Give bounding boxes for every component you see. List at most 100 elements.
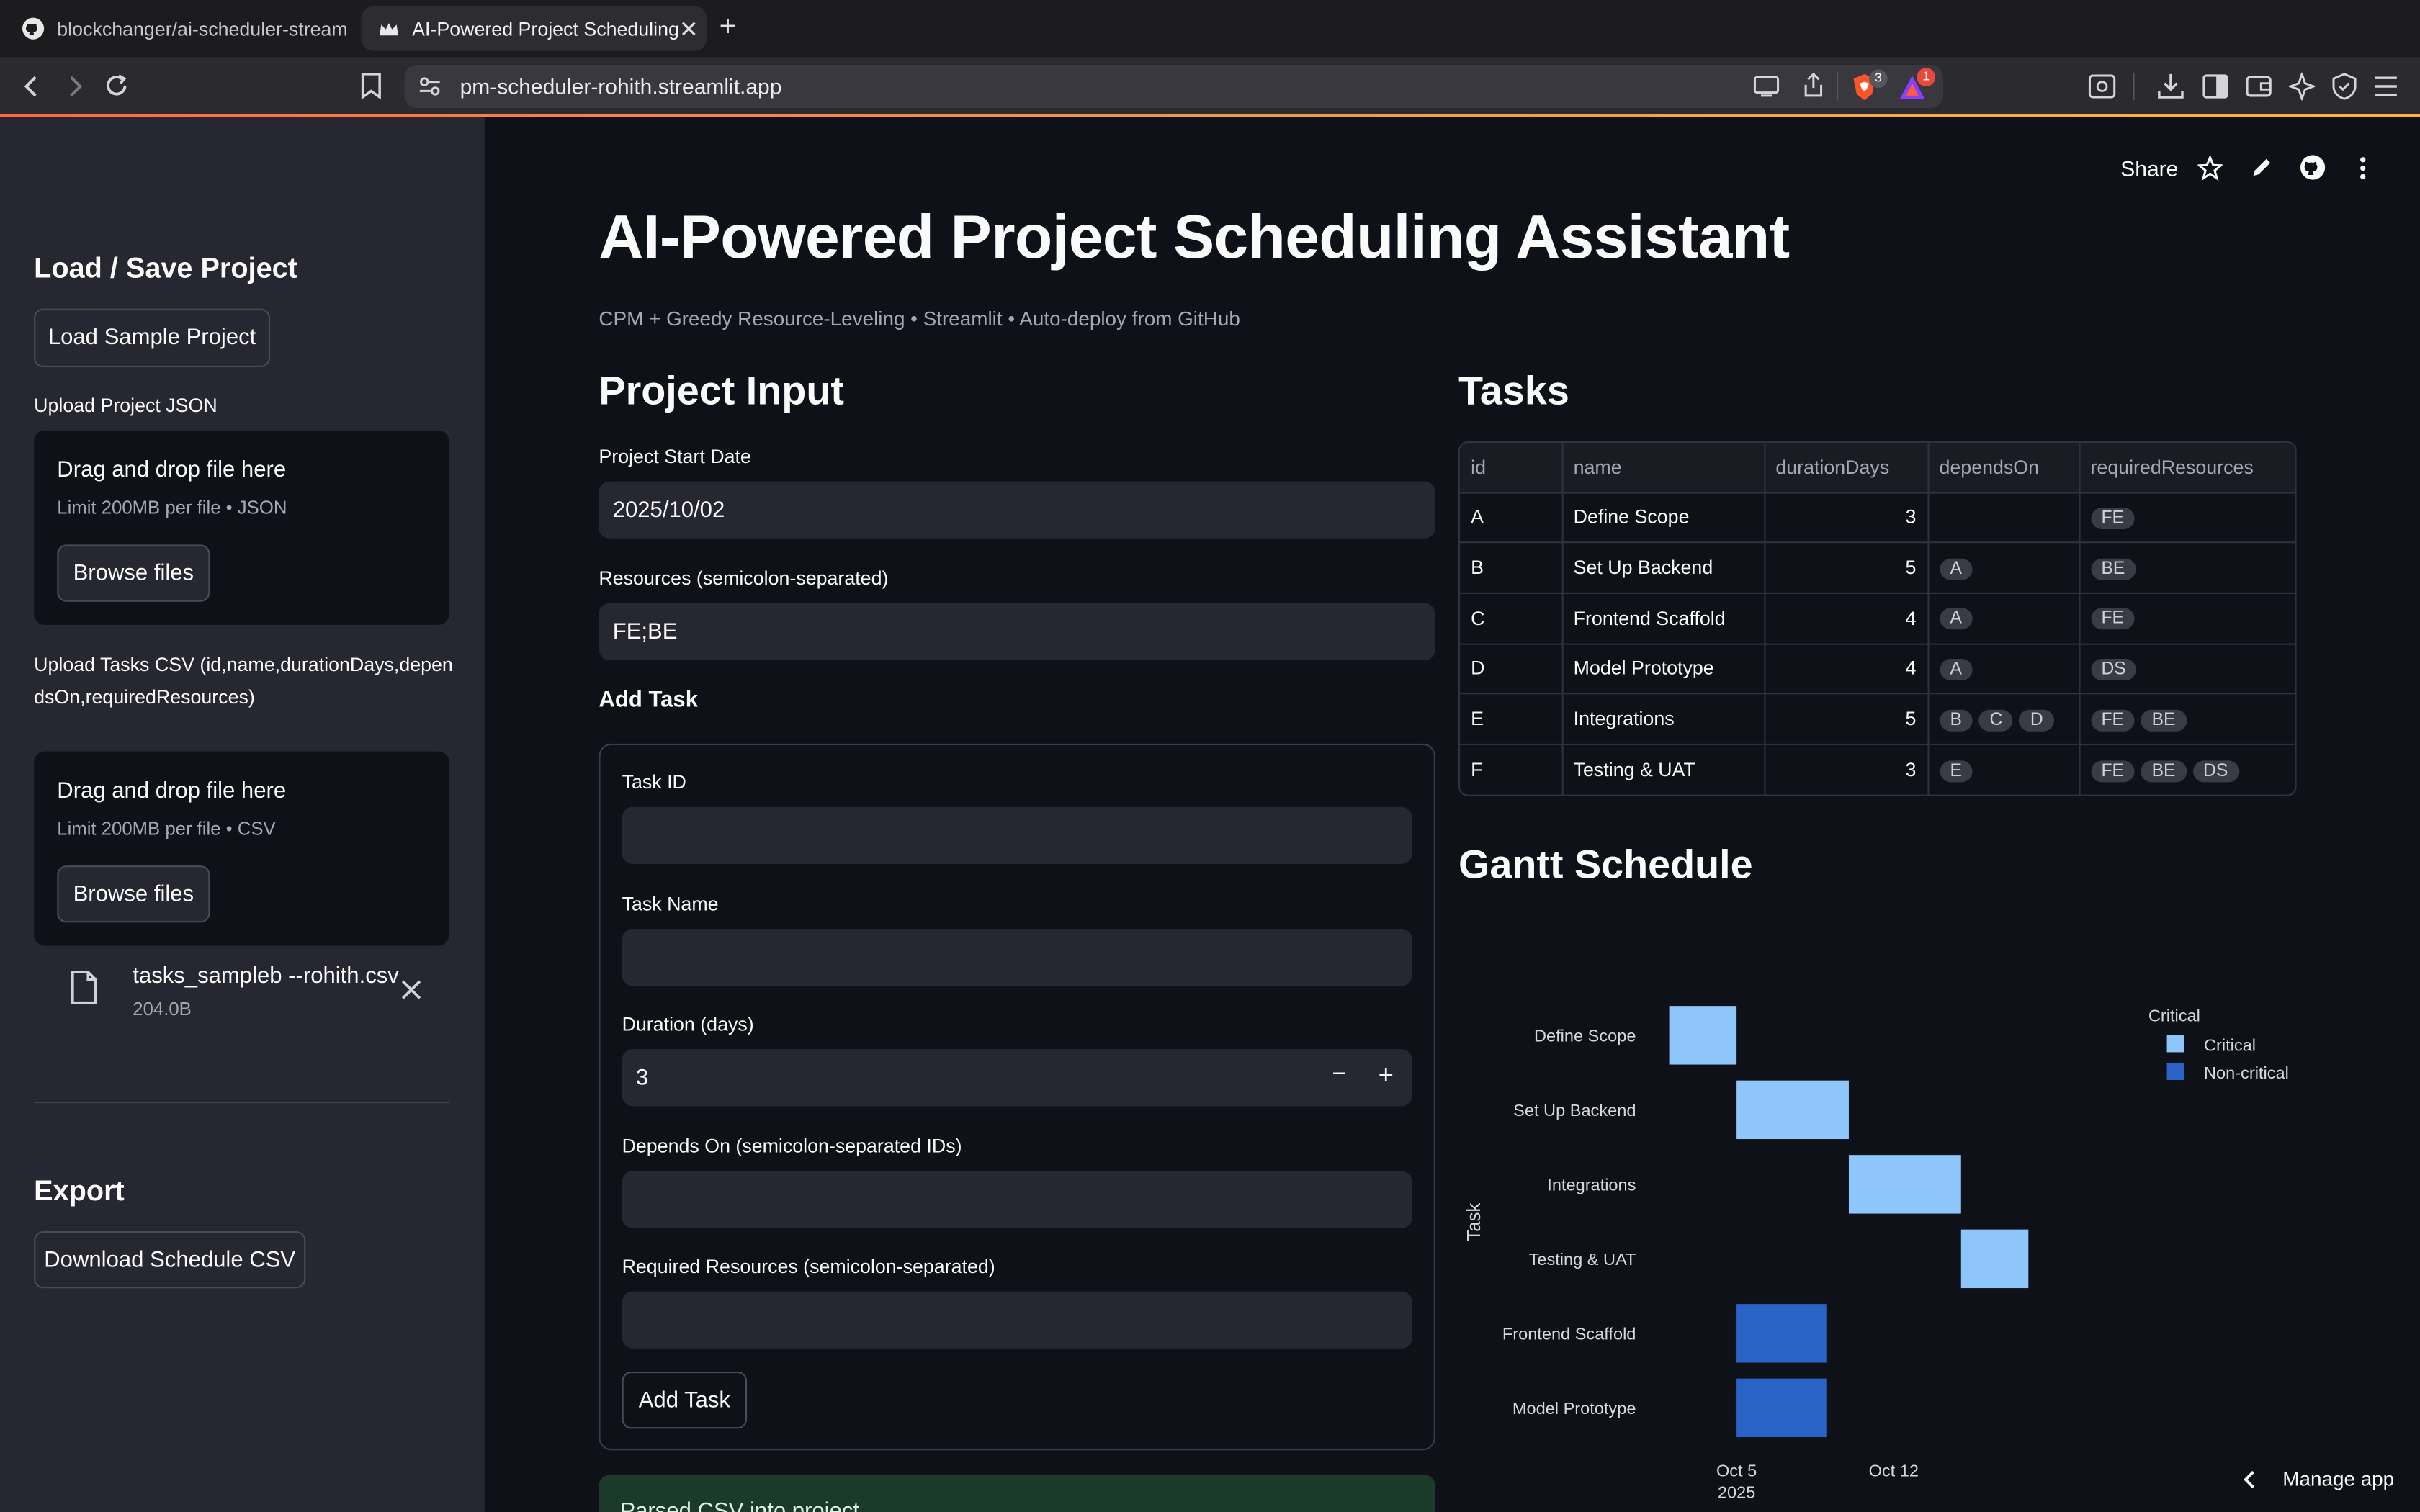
new-tab-icon[interactable]: + bbox=[720, 12, 737, 42]
dependency-tag: A bbox=[1939, 557, 1973, 580]
browser-tab-title: blockchanger/ai-scheduler-stream bbox=[57, 17, 348, 40]
increment-icon[interactable]: + bbox=[1379, 1060, 1394, 1091]
github-icon[interactable] bbox=[2300, 154, 2326, 180]
reader-mode-icon[interactable] bbox=[2088, 74, 2116, 99]
leo-ai-icon[interactable] bbox=[2288, 72, 2316, 101]
legend-label[interactable]: Non-critical bbox=[2204, 1063, 2289, 1082]
legend-title: Critical bbox=[2148, 1007, 2200, 1025]
browser-tab-streamlit[interactable]: AI-Powered Project Scheduling ✕ bbox=[361, 6, 707, 51]
remove-file-icon[interactable] bbox=[401, 980, 421, 1000]
cell-duration: 3 bbox=[1764, 744, 1929, 795]
column-header-required-resources[interactable]: requiredResources bbox=[2079, 443, 2295, 493]
gantt-bar[interactable] bbox=[1736, 1378, 1827, 1438]
duration-stepper[interactable]: 3 − + bbox=[622, 1049, 1412, 1107]
column-header-id[interactable]: id bbox=[1460, 443, 1563, 493]
back-arrow-icon[interactable] bbox=[20, 74, 45, 99]
rewards-count-badge: 1 bbox=[1917, 68, 1936, 86]
dropzone-limit: Limit 200MB per file • CSV bbox=[57, 817, 276, 840]
cell-id: A bbox=[1460, 492, 1563, 544]
duration-value: 3 bbox=[635, 1065, 649, 1090]
browse-files-button[interactable]: Browse files bbox=[57, 865, 210, 923]
table-header-row: id name durationDays dependsOn requiredR… bbox=[1460, 443, 2295, 493]
close-tab-icon[interactable]: ✕ bbox=[679, 14, 699, 42]
column-header-name[interactable]: name bbox=[1561, 443, 1765, 493]
start-date-label: Project Start Date bbox=[599, 446, 751, 468]
dependency-tag: B bbox=[1939, 708, 1973, 731]
gantt-heading: Gantt Schedule bbox=[1458, 840, 1753, 888]
legend-swatch[interactable] bbox=[2166, 1035, 2184, 1053]
column-header-duration[interactable]: durationDays bbox=[1764, 443, 1929, 493]
required-resources-input[interactable] bbox=[622, 1291, 1412, 1349]
cast-icon[interactable] bbox=[1753, 76, 1780, 97]
share-button[interactable]: Share bbox=[2120, 156, 2178, 180]
table-row[interactable]: F Testing & UAT 3 E FE BE DS bbox=[1460, 744, 2295, 795]
duration-label: Duration (days) bbox=[622, 1013, 754, 1035]
x-tick-sublabel: 2025 bbox=[1718, 1483, 1755, 1502]
start-date-input[interactable]: 2025/10/02 bbox=[599, 481, 1435, 539]
browser-tab-github[interactable]: blockchanger/ai-scheduler-stream bbox=[6, 6, 349, 51]
sidebar-toggle-icon[interactable] bbox=[2202, 74, 2228, 99]
wallet-icon[interactable] bbox=[2246, 74, 2272, 99]
depends-on-label: Depends On (semicolon-separated IDs) bbox=[622, 1135, 962, 1158]
url-text: pm-scheduler-rohith.streamlit.app bbox=[460, 73, 782, 99]
required-resources-label: Required Resources (semicolon-separated) bbox=[622, 1256, 995, 1278]
gantt-bar[interactable] bbox=[1669, 1006, 1737, 1065]
share-page-icon[interactable] bbox=[1803, 72, 1824, 99]
streamlit-crown-icon bbox=[377, 17, 400, 40]
gantt-bar[interactable] bbox=[1736, 1304, 1827, 1363]
dropzone-limit: Limit 200MB per file • JSON bbox=[57, 497, 287, 518]
y-tick-label: Frontend Scaffold bbox=[1502, 1324, 1636, 1343]
resource-tag: DS bbox=[2090, 658, 2137, 680]
table-row[interactable]: D Model Prototype 4 A DS bbox=[1460, 643, 2295, 695]
site-settings-icon[interactable] bbox=[418, 76, 442, 97]
load-sample-button[interactable]: Load Sample Project bbox=[34, 308, 271, 367]
bookmark-icon[interactable] bbox=[359, 73, 382, 101]
task-id-input[interactable] bbox=[622, 806, 1412, 864]
cell-id: E bbox=[1460, 693, 1563, 745]
table-row[interactable]: B Set Up Backend 5 A BE bbox=[1460, 542, 2295, 594]
vpn-shield-icon[interactable] bbox=[2332, 73, 2357, 101]
gantt-bar[interactable] bbox=[1736, 1080, 1849, 1140]
gantt-bar[interactable] bbox=[1848, 1155, 1961, 1214]
table-row[interactable]: C Frontend Scaffold 4 A FE bbox=[1460, 593, 2295, 644]
decrement-icon[interactable]: − bbox=[1332, 1061, 1346, 1089]
upload-json-label: Upload Project JSON bbox=[34, 395, 218, 417]
gantt-chart[interactable]: Define Scope Set Up Backend Integrations Te… bbox=[1451, 910, 2315, 1512]
cell-depends-on: A bbox=[1927, 643, 2080, 695]
resource-tag: BE bbox=[2141, 708, 2187, 731]
column-header-depends-on[interactable]: dependsOn bbox=[1927, 443, 2080, 493]
gantt-bar[interactable] bbox=[1960, 1229, 2029, 1289]
tasks-table[interactable]: id name durationDays dependsOn requiredR… bbox=[1458, 441, 2297, 796]
cell-id: F bbox=[1460, 744, 1563, 795]
depends-on-input[interactable] bbox=[622, 1171, 1412, 1228]
y-tick-label: Testing & UAT bbox=[1529, 1250, 1636, 1269]
menu-icon[interactable] bbox=[2374, 76, 2398, 97]
manage-app-button[interactable]: Manage app bbox=[2238, 1464, 2408, 1495]
cell-duration: 5 bbox=[1764, 542, 1929, 594]
reload-icon[interactable] bbox=[104, 73, 130, 99]
y-axis-title: Task bbox=[1464, 1203, 1484, 1241]
task-name-input[interactable] bbox=[622, 929, 1412, 986]
table-row[interactable]: E Integrations 5 B C D FE BE bbox=[1460, 693, 2295, 745]
legend-swatch[interactable] bbox=[2166, 1063, 2184, 1080]
legend-label[interactable]: Critical bbox=[2204, 1035, 2256, 1054]
star-icon[interactable] bbox=[2197, 156, 2223, 181]
github-icon bbox=[22, 17, 45, 40]
cell-name: Define Scope bbox=[1561, 492, 1765, 544]
forward-arrow-icon[interactable] bbox=[62, 74, 86, 99]
download-icon[interactable] bbox=[2158, 73, 2184, 101]
shield-count-badge: 3 bbox=[1869, 69, 1888, 89]
file-icon bbox=[71, 971, 97, 1004]
y-tick-label: Model Prototype bbox=[1512, 1399, 1636, 1418]
resources-input[interactable]: FE;BE bbox=[599, 603, 1435, 661]
csv-dropzone[interactable]: Drag and drop file here Limit 200MB per … bbox=[34, 751, 449, 946]
json-dropzone[interactable]: Drag and drop file here Limit 200MB per … bbox=[34, 430, 449, 625]
download-schedule-button[interactable]: Download Schedule CSV bbox=[34, 1231, 306, 1289]
browse-files-button[interactable]: Browse files bbox=[57, 544, 210, 602]
more-options-icon[interactable] bbox=[2358, 156, 2367, 180]
table-row[interactable]: A Define Scope 3 FE bbox=[1460, 492, 2295, 544]
dependency-tag: A bbox=[1939, 608, 1973, 630]
address-bar[interactable]: pm-scheduler-rohith.streamlit.app 3 1 bbox=[404, 65, 1943, 108]
add-task-button[interactable]: Add Task bbox=[622, 1372, 748, 1429]
edit-pencil-icon[interactable] bbox=[2250, 156, 2273, 179]
